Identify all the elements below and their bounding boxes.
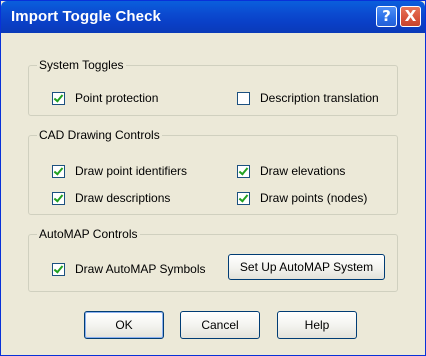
draw-descriptions-label: Draw descriptions — [75, 191, 171, 205]
draw-points-nodes-label: Draw points (nodes) — [260, 191, 368, 205]
title-bar[interactable]: Import Toggle Check ? X — [1, 1, 425, 33]
close-icon[interactable]: X — [400, 6, 421, 27]
draw-points-nodes-checkbox[interactable]: Draw points (nodes) — [237, 190, 367, 206]
draw-points-nodes-checkbox-box[interactable] — [237, 191, 250, 205]
draw-automap-symbols-checkbox[interactable]: Draw AutoMAP Symbols — [52, 261, 206, 277]
description-translation-label: Description translation — [260, 91, 379, 105]
point-protection-checkbox[interactable]: Point protection — [52, 90, 158, 106]
window-title: Import Toggle Check — [11, 8, 161, 25]
draw-elevations-checkbox-box[interactable] — [237, 164, 250, 178]
draw-point-identifiers-label: Draw point identifiers — [75, 164, 188, 178]
draw-descriptions-checkbox[interactable]: Draw descriptions — [52, 190, 170, 206]
description-translation-checkbox[interactable]: Description translation — [237, 90, 379, 106]
ok-button[interactable]: OK — [84, 311, 164, 339]
cancel-button[interactable]: Cancel — [180, 311, 260, 339]
description-translation-checkbox-box[interactable] — [237, 91, 250, 105]
help-icon[interactable]: ? — [376, 6, 397, 27]
draw-automap-symbols-checkbox-box[interactable] — [52, 262, 65, 276]
system-toggles-legend: System Toggles — [37, 58, 126, 72]
setup-automap-system-button[interactable]: Set Up AutoMAP System — [228, 254, 385, 280]
import-toggle-check-dialog: Import Toggle Check ? X System Toggles P… — [0, 0, 426, 356]
draw-point-identifiers-checkbox[interactable]: Draw point identifiers — [52, 163, 187, 179]
draw-descriptions-checkbox-box[interactable] — [52, 191, 65, 205]
cad-drawing-controls-legend: CAD Drawing Controls — [37, 128, 162, 142]
automap-controls-legend: AutoMAP Controls — [37, 227, 140, 241]
help-button[interactable]: Help — [277, 311, 357, 339]
draw-point-identifiers-checkbox-box[interactable] — [52, 164, 65, 178]
point-protection-label: Point protection — [75, 91, 159, 105]
point-protection-checkbox-box[interactable] — [52, 91, 65, 105]
draw-automap-symbols-label: Draw AutoMAP Symbols — [75, 262, 206, 276]
draw-elevations-label: Draw elevations — [260, 164, 346, 178]
draw-elevations-checkbox[interactable]: Draw elevations — [237, 163, 345, 179]
